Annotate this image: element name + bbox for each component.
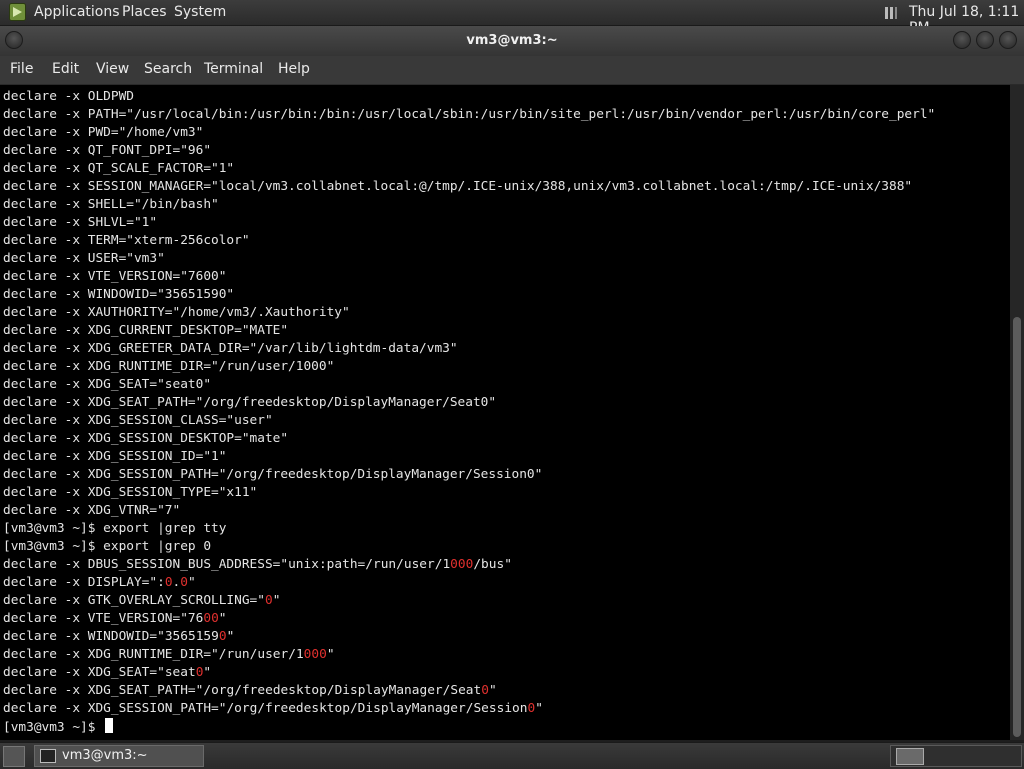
terminal-line: declare -x XDG_SEAT="seat0" [3,665,212,680]
terminal-line: declare -x XDG_RUNTIME_DIR="/run/user/10… [3,647,335,662]
menu-terminal[interactable]: Terminal [204,61,263,77]
bottom-panel: vm3@vm3:~ [0,742,1024,769]
terminal-line: declare -x XDG_SESSION_DESKTOP="mate" [3,431,289,446]
close-button[interactable] [999,31,1017,49]
menu-view[interactable]: View [96,61,129,77]
window-title: vm3@vm3:~ [466,33,558,48]
prompt-text: [vm3@vm3 ~]$ [3,720,104,735]
terminal-line: declare -x QT_FONT_DPI="96" [3,143,212,158]
terminal-prompt-line[interactable]: [vm3@vm3 ~]$ [3,718,935,736]
terminal-line: declare -x SHLVL="1" [3,215,158,230]
system-menu[interactable]: System [174,4,226,20]
menu-file[interactable]: File [10,61,33,77]
show-desktop-icon[interactable] [3,746,25,767]
terminal-line: declare -x USER="vm3" [3,251,165,266]
terminal-line: declare -x XAUTHORITY="/home/vm3/.Xautho… [3,305,350,320]
terminal-menubar: File Edit View Search Terminal Help [0,56,1024,85]
scrollbar-thumb[interactable] [1013,317,1021,737]
terminal-line: declare -x QT_SCALE_FACTOR="1" [3,161,235,176]
terminal-scrollbar[interactable] [1010,85,1024,740]
terminal-line: declare -x XDG_SEAT_PATH="/org/freedeskt… [3,683,497,698]
terminal-line: declare -x OLDPWD [3,89,134,104]
mate-menu-icon[interactable] [9,3,26,21]
terminal-line: declare -x XDG_VTNR="7" [3,503,181,518]
terminal-line: declare -x WINDOWID="35651590" [3,629,235,644]
terminal-icon [40,749,56,763]
network-icon[interactable] [884,6,898,20]
terminal-line: declare -x XDG_SESSION_PATH="/org/freede… [3,467,543,482]
terminal-line: declare -x PWD="/home/vm3" [3,125,204,140]
window-titlebar[interactable]: vm3@vm3:~ [0,26,1024,56]
terminal-line: declare -x SHELL="/bin/bash" [3,197,219,212]
applications-menu[interactable]: Applications [34,4,120,20]
top-panel: Applications Places System Thu Jul 18, 1… [0,0,1024,36]
taskbar-window-label: vm3@vm3:~ [62,748,148,763]
terminal-line: declare -x WINDOWID="35651590" [3,287,235,302]
terminal-line: declare -x XDG_SESSION_TYPE="x11" [3,485,258,500]
terminal-line: [vm3@vm3 ~]$ export |grep 0 [3,539,212,554]
menu-edit[interactable]: Edit [52,61,79,77]
terminal-lines: declare -x OLDPWD declare -x PATH="/usr/l… [3,88,935,736]
workspace-1[interactable] [896,748,924,765]
terminal-line: declare -x XDG_CURRENT_DESKTOP="MATE" [3,323,289,338]
terminal-line: declare -x DISPLAY=":0.0" [3,575,196,590]
terminal-line: declare -x PATH="/usr/local/bin:/usr/bin… [3,107,936,122]
terminal-line: declare -x XDG_SESSION_PATH="/org/freede… [3,701,543,716]
menu-search[interactable]: Search [144,61,192,77]
minimize-button[interactable] [953,31,971,49]
terminal-line: declare -x XDG_SEAT_PATH="/org/freedeskt… [3,395,497,410]
terminal-line: declare -x VTE_VERSION="7600" [3,269,227,284]
terminal-line: declare -x XDG_GREETER_DATA_DIR="/var/li… [3,341,458,356]
terminal-output[interactable]: declare -x OLDPWD declare -x PATH="/usr/l… [0,85,1010,740]
workspace-switcher[interactable] [890,745,1022,767]
terminal-line: declare -x XDG_SESSION_ID="1" [3,449,227,464]
terminal-line: declare -x DBUS_SESSION_BUS_ADDRESS="uni… [3,557,512,572]
terminal-line: declare -x XDG_SEAT="seat0" [3,377,212,392]
text-cursor [105,718,114,733]
terminal-line: declare -x TERM="xterm-256color" [3,233,250,248]
terminal-line: declare -x SESSION_MANAGER="local/vm3.co… [3,179,913,194]
terminal-line: declare -x VTE_VERSION="7600" [3,611,227,626]
terminal-line: declare -x XDG_RUNTIME_DIR="/run/user/10… [3,359,335,374]
maximize-button[interactable] [976,31,994,49]
places-menu[interactable]: Places [122,4,167,20]
terminal-line: declare -x GTK_OVERLAY_SCROLLING="0" [3,593,281,608]
taskbar-window-button[interactable]: vm3@vm3:~ [34,745,204,767]
terminal-line: declare -x XDG_SESSION_CLASS="user" [3,413,273,428]
terminal-line: [vm3@vm3 ~]$ export |grep tty [3,521,227,536]
menu-help[interactable]: Help [278,61,310,77]
